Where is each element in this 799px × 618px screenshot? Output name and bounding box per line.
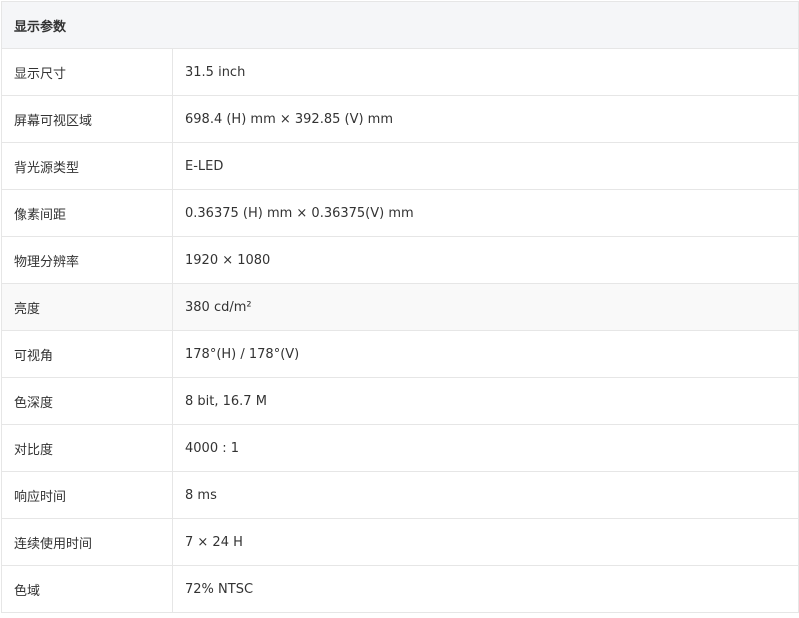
spec-label: 可视角: [1, 330, 173, 378]
spec-label: 背光源类型: [1, 142, 173, 190]
table-row: 像素间距 0.36375 (H) mm × 0.36375(V) mm: [1, 189, 799, 237]
table-row: 显示尺寸 31.5 inch: [1, 48, 799, 96]
table-row: 响应时间 8 ms: [1, 471, 799, 519]
table-row: 亮度 380 cd/m²: [1, 283, 799, 331]
spec-value: E-LED: [171, 142, 799, 190]
spec-value: 7 × 24 H: [171, 518, 799, 566]
spec-label: 屏幕可视区域: [1, 95, 173, 143]
spec-label: 色域: [1, 565, 173, 613]
spec-label: 响应时间: [1, 471, 173, 519]
spec-value: 0.36375 (H) mm × 0.36375(V) mm: [171, 189, 799, 237]
section-header-row: 显示参数: [0, 1, 799, 49]
spec-label: 连续使用时间: [1, 518, 173, 566]
spec-value: 4000 : 1: [171, 424, 799, 472]
table-row: 对比度 4000 : 1: [1, 424, 799, 472]
spec-value: 698.4 (H) mm × 392.85 (V) mm: [171, 95, 799, 143]
section-title: 显示参数: [0, 1, 799, 49]
spec-label: 像素间距: [1, 189, 173, 237]
table-row: 色域 72% NTSC: [1, 565, 799, 613]
spec-label: 亮度: [1, 283, 173, 331]
table-row: 物理分辨率 1920 × 1080: [1, 236, 799, 284]
spec-value: 178°(H) / 178°(V): [171, 330, 799, 378]
spec-value: 8 bit, 16.7 M: [171, 377, 799, 425]
spec-value: 380 cd/m²: [171, 283, 799, 331]
table-row: 背光源类型 E-LED: [1, 142, 799, 190]
spec-label: 色深度: [1, 377, 173, 425]
table-row: 可视角 178°(H) / 178°(V): [1, 330, 799, 378]
table-row: 连续使用时间 7 × 24 H: [1, 518, 799, 566]
spec-table-body: 显示尺寸 31.5 inch 屏幕可视区域 698.4 (H) mm × 392…: [1, 48, 799, 613]
spec-label: 对比度: [1, 424, 173, 472]
table-row: 屏幕可视区域 698.4 (H) mm × 392.85 (V) mm: [1, 95, 799, 143]
spec-value: 1920 × 1080: [171, 236, 799, 284]
spec-label: 显示尺寸: [1, 48, 173, 96]
spec-value: 8 ms: [171, 471, 799, 519]
spec-label: 物理分辨率: [1, 236, 173, 284]
spec-table: 显示参数 显示尺寸 31.5 inch 屏幕可视区域 698.4 (H) mm …: [0, 1, 799, 613]
spec-value: 31.5 inch: [171, 48, 799, 96]
table-row: 色深度 8 bit, 16.7 M: [1, 377, 799, 425]
spec-value: 72% NTSC: [171, 565, 799, 613]
